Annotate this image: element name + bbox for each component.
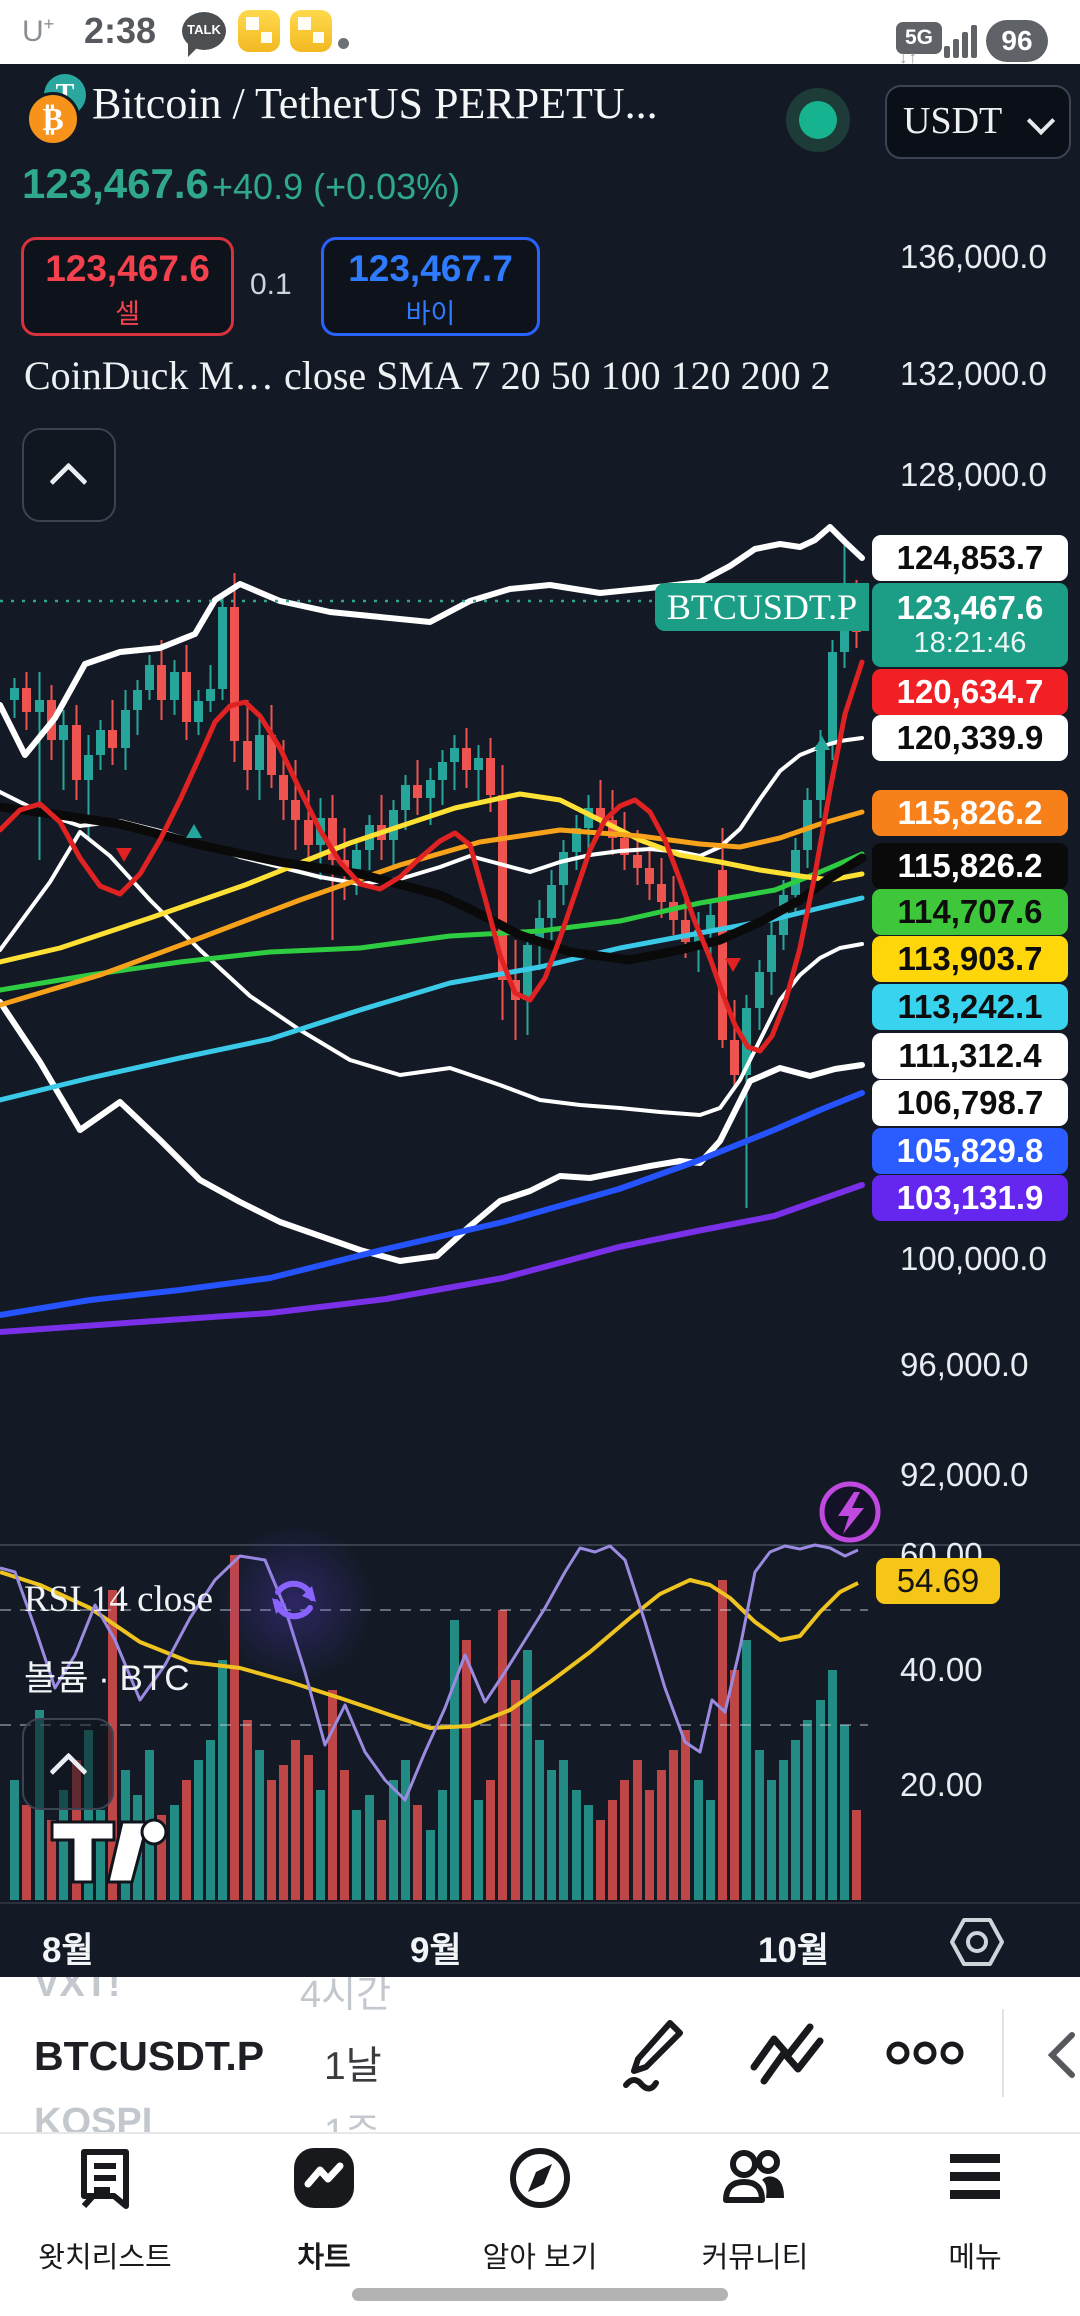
- sell-label: 셀: [115, 299, 140, 329]
- buy-price: 123,467.7: [348, 248, 513, 289]
- indicator-price-label: 115,826.2: [872, 790, 1068, 836]
- chevron-up-icon: [49, 462, 88, 501]
- buy-label: 바이: [405, 299, 456, 329]
- more-options-icon[interactable]: [886, 2039, 964, 2067]
- spread-value: 0.1: [250, 268, 292, 301]
- rsi-axis-label: 40.00: [900, 1651, 983, 1688]
- price-axis-label: 132,000.0: [900, 355, 1047, 392]
- indicator-price-label: 106,798.7: [872, 1080, 1068, 1126]
- sell-price: 123,467.6: [45, 248, 210, 289]
- rsi-value-label: 54.69: [876, 1558, 1000, 1604]
- explore-icon: [510, 2148, 570, 2208]
- watchlist-icon: [81, 2149, 129, 2209]
- chevron-left-icon[interactable]: [1044, 2029, 1080, 2081]
- watch-row-interval-active[interactable]: 1날: [324, 2035, 382, 2091]
- notification-dot-icon: [338, 38, 349, 49]
- indicator-price-label: 114,707.6: [872, 889, 1068, 935]
- indicator-price-label: 124,853.7: [872, 535, 1068, 581]
- nav-community[interactable]: 커뮤니티: [655, 2134, 855, 2294]
- network-activity-arrows-icon: ↓↑: [899, 48, 918, 67]
- market-status-icon: [786, 88, 850, 152]
- price-axis-label: 100,000.0: [900, 1240, 1047, 1277]
- price-change: +40.9 (+0.03%): [212, 166, 461, 207]
- price-axis-label: 136,000.0: [900, 238, 1047, 275]
- indicator-price-label: 105,829.8: [872, 1128, 1068, 1174]
- indicator-legend[interactable]: CoinDuck M… close SMA 7 20 50 100 120 20…: [24, 352, 869, 399]
- nav-menu[interactable]: 메뉴: [875, 2134, 1075, 2294]
- toolbar-divider: [1002, 2009, 1004, 2097]
- chevron-up-icon: [49, 1752, 88, 1791]
- indicator-price-label: 111,312.4: [872, 1033, 1068, 1079]
- watch-row-interval[interactable]: 1주: [324, 2101, 380, 2132]
- kakao-notification-icon: [238, 10, 280, 52]
- nav-label: 메뉴: [948, 2242, 1002, 2274]
- carrier-label: U+: [22, 14, 55, 48]
- chart-icon: [294, 2148, 354, 2208]
- month-tick-aug: 8월: [42, 1931, 94, 1970]
- month-tick-oct: 10월: [758, 1931, 830, 1970]
- collapse-pane-button[interactable]: [22, 1718, 114, 1810]
- status-bar: U+ 2:38 TALK 5G ↓↑ 96: [0, 0, 1080, 67]
- price-axis-label: 128,000.0: [900, 456, 1047, 493]
- indicator-price-label: 123,467.6 18:21:46: [872, 583, 1068, 667]
- indicator-lines-icon[interactable]: [748, 2021, 826, 2087]
- rsi-axis-label: 20.00: [900, 1766, 983, 1803]
- nav-explore[interactable]: 알아 보기: [440, 2134, 640, 2294]
- indicator-price-label: 120,634.7: [872, 669, 1068, 715]
- community-icon: [723, 2150, 784, 2203]
- symbol-title[interactable]: Bitcoin / TetherUS PERPETU...: [92, 78, 658, 129]
- nav-label: 커뮤니티: [701, 2242, 809, 2274]
- last-price: 123,467.6: [22, 160, 209, 207]
- indicator-price-label: 113,903.7: [872, 936, 1068, 982]
- rsi-pane-label[interactable]: RSI 14 close: [24, 1578, 213, 1621]
- kakaotalk-icon: TALK: [182, 12, 226, 57]
- menu-icon: [950, 2154, 1000, 2199]
- tradingview-logo-icon[interactable]: [46, 1812, 176, 1892]
- flash-boost-button[interactable]: [816, 1478, 884, 1546]
- buy-button[interactable]: 123,467.7 바이: [321, 237, 540, 336]
- collapse-legend-button[interactable]: [22, 428, 116, 522]
- watch-row-symbol-active[interactable]: BTCUSDT.P: [34, 2033, 264, 2080]
- home-indicator[interactable]: [352, 2288, 728, 2301]
- app-screen: U+ 2:38 TALK 5G ↓↑ 96 T ₿ Bitcoin / Teth…: [0, 0, 1080, 2316]
- price-axis-label: 92,000.0: [900, 1456, 1029, 1493]
- nav-label: 왓치리스트: [38, 2242, 172, 2274]
- currency-value: USDT: [903, 100, 1003, 142]
- price-axis-label: 96,000.0: [900, 1346, 1029, 1383]
- indicator-price-label: 115,826.2: [872, 843, 1068, 889]
- clock: 2:38: [84, 10, 157, 51]
- chevron-down-icon: [1026, 106, 1056, 136]
- indicator-price-label: 103,131.9: [872, 1175, 1068, 1221]
- draw-pencil-icon[interactable]: [612, 2015, 688, 2095]
- bitcoin-coin-icon: ₿: [26, 92, 80, 146]
- watch-row-symbol[interactable]: VXT!: [34, 1977, 121, 2006]
- currency-dropdown[interactable]: USDT: [885, 85, 1071, 159]
- indicator-price-label: 113,242.1: [872, 984, 1068, 1030]
- battery-indicator: 96: [986, 20, 1048, 62]
- chart-settings-hexagon-icon[interactable]: [948, 1916, 1006, 1968]
- watchlist-sheet[interactable]: VXT! 4시간 BTCUSDT.P 1날 KOSPI 1주: [0, 1977, 1080, 2132]
- nav-label: 차트: [297, 2242, 351, 2274]
- kakao-notification-icon: [290, 10, 332, 52]
- month-tick-sep: 9월: [410, 1931, 462, 1970]
- nav-chart[interactable]: 차트: [224, 2134, 424, 2294]
- sell-button[interactable]: 123,467.6 셀: [21, 237, 234, 336]
- symbol-price-tag: BTCUSDT.P: [655, 583, 869, 631]
- indicator-price-label: 120,339.9: [872, 715, 1068, 761]
- volume-pane-label[interactable]: 볼륨 · BTC: [24, 1650, 190, 1701]
- nav-label: 알아 보기: [482, 2242, 598, 2274]
- watch-row-symbol[interactable]: KOSPI: [34, 2101, 152, 2132]
- nav-watchlist[interactable]: 왓치리스트: [5, 2134, 205, 2294]
- watch-row-interval[interactable]: 4시간: [300, 1977, 391, 2018]
- replay-sync-icon[interactable]: [266, 1572, 322, 1628]
